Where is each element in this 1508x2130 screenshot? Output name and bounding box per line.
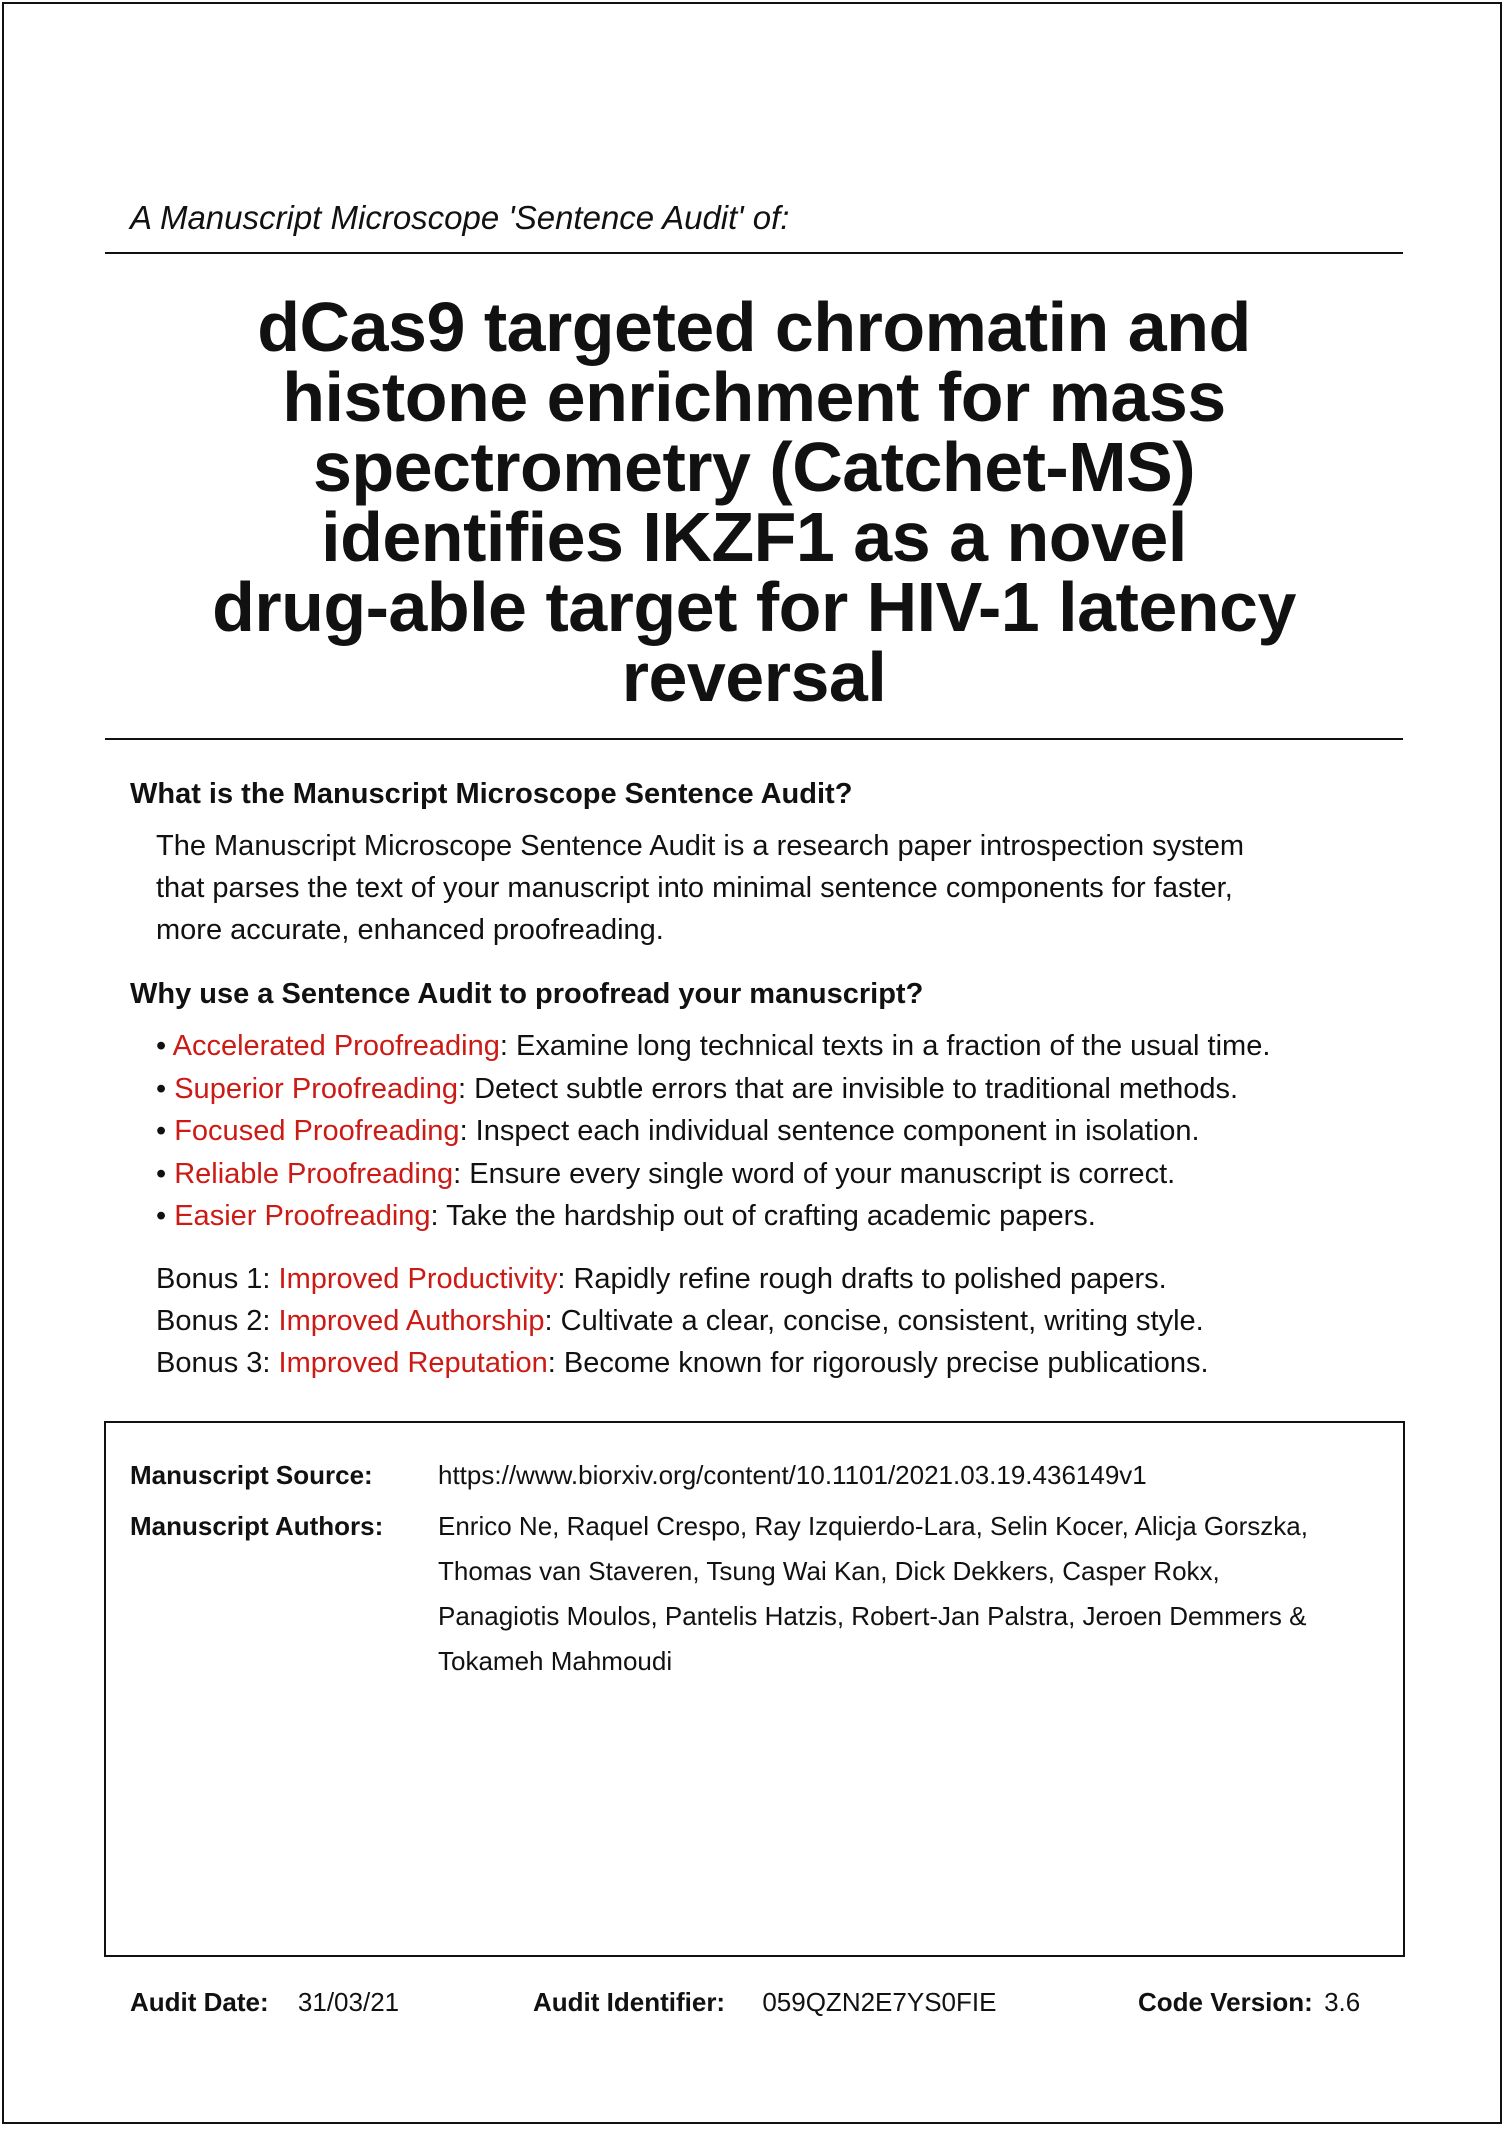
benefit-desc: : Examine long technical texts in a frac… — [499, 1030, 1271, 1062]
bonus-item: Bonus 2: Improved Authorship: Cultivate … — [156, 1300, 1386, 1342]
benefit-item: • Reliable Proofreading: Ensure every si… — [156, 1153, 1386, 1196]
source-url[interactable]: https://www.biorxiv.org/content/10.1101/… — [438, 1453, 1398, 1498]
why-heading: Why use a Sentence Audit to proofread yo… — [130, 978, 924, 1010]
audit-identifier: Audit Identifier: 059QZN2E7YS0FIE — [533, 1982, 996, 2022]
benefit-term: Focused Proofreading — [174, 1115, 460, 1147]
bonus-term: Improved Productivity — [278, 1263, 558, 1295]
benefit-desc: : Ensure every single word of your manus… — [453, 1157, 1176, 1190]
bonus-list: Bonus 1: Improved Productivity: Rapidly … — [156, 1258, 1386, 1384]
code-version-value: 3.6 — [1324, 1987, 1361, 2017]
audit-date-label: Audit Date: — [130, 1987, 269, 2017]
audit-date: Audit Date: 31/03/21 — [130, 1982, 399, 2022]
bullet-char: • — [156, 1115, 167, 1147]
top-divider — [105, 252, 1403, 254]
bonus-item: Bonus 3: Improved Reputation: Become kno… — [156, 1342, 1386, 1384]
what-paragraph: The Manuscript Microscope Sentence Audit… — [156, 825, 1386, 951]
benefit-desc: : Detect subtle errors that are invisibl… — [457, 1072, 1239, 1105]
benefit-item: • Accelerated Proofreading: Examine long… — [156, 1025, 1386, 1068]
intro-line: A Manuscript Microscope 'Sentence Audit'… — [130, 199, 790, 236]
bonus-item: Bonus 1: Improved Productivity: Rapidly … — [156, 1258, 1386, 1300]
authors-list: Enrico Ne, Raquel Crespo, Ray Izquierdo-… — [438, 1504, 1398, 1684]
authors-line: Tokameh Mahmoudi — [438, 1646, 673, 1676]
code-version-label: Code Version: — [1138, 1987, 1313, 2017]
bonus-desc: : Rapidly refine rough drafts to polishe… — [557, 1263, 1167, 1295]
audit-date-value: 31/03/21 — [297, 1987, 400, 2017]
manuscript-info-box: Manuscript Source: https://www.biorxiv.o… — [104, 1421, 1405, 1957]
benefit-item: • Easier Proofreading: Take the hardship… — [156, 1195, 1386, 1238]
bonus-term: Improved Authorship — [278, 1305, 545, 1337]
bonus-desc: : Become known for rigorously precise pu… — [547, 1347, 1209, 1379]
paragraph-line: The Manuscript Microscope Sentence Audit… — [156, 830, 1245, 862]
benefit-term: Easier Proofreading — [174, 1200, 431, 1232]
title-line: reversal — [621, 638, 887, 716]
paragraph-line: that parses the text of your manuscript … — [156, 872, 1233, 904]
what-heading: What is the Manuscript Microscope Senten… — [130, 778, 853, 810]
audit-id-value: 059QZN2E7YS0FIE — [762, 1987, 997, 2017]
benefit-term: Superior Proofreading — [174, 1072, 458, 1105]
audit-id-label: Audit Identifier: — [533, 1987, 726, 2017]
title-line: dCas9 targeted chromatin and — [257, 288, 1251, 366]
benefit-term: Reliable Proofreading — [174, 1157, 454, 1190]
benefit-term: Accelerated Proofreading — [172, 1030, 500, 1062]
benefit-item: • Focused Proofreading: Inspect each ind… — [156, 1110, 1386, 1153]
title-line: spectrometry (Catchet-MS) — [312, 428, 1196, 506]
benefit-desc: : Inspect each individual sentence compo… — [459, 1115, 1200, 1147]
benefit-list: • Accelerated Proofreading: Examine long… — [156, 1025, 1386, 1238]
title-line: identifies IKZF1 as a novel — [321, 498, 1187, 576]
code-version: Code Version: 3.6 — [1138, 1982, 1360, 2022]
title-line: histone enrichment for mass — [282, 358, 1226, 436]
bonus-desc: : Cultivate a clear, concise, consistent… — [544, 1305, 1204, 1337]
benefit-item: • Superior Proofreading: Detect subtle e… — [156, 1068, 1386, 1111]
document-title: dCas9 targeted chromatin and histone enr… — [110, 292, 1398, 712]
benefit-desc: : Take the hardship out of crafting acad… — [430, 1200, 1096, 1232]
title-divider — [105, 738, 1403, 740]
source-url-text[interactable]: https://www.biorxiv.org/content/10.1101/… — [438, 1453, 1398, 1498]
authors-line: Panagiotis Moulos, Pantelis Hatzis, Robe… — [438, 1601, 1307, 1631]
bonus-prefix: Bonus 2: — [156, 1305, 279, 1337]
bullet-char: • — [156, 1157, 167, 1190]
authors-line: Thomas van Staveren, Tsung Wai Kan, Dick… — [438, 1556, 1220, 1586]
source-label: Manuscript Source: — [130, 1460, 373, 1490]
bonus-term: Improved Reputation — [278, 1347, 548, 1379]
bonus-prefix: Bonus 1: — [156, 1263, 279, 1295]
bonus-prefix: Bonus 3: — [156, 1347, 279, 1379]
bullet-char: • — [156, 1200, 167, 1232]
title-line: drug-able target for HIV-1 latency — [212, 568, 1296, 646]
authors-label: Manuscript Authors: — [130, 1511, 384, 1541]
paragraph-line: more accurate, enhanced proofreading. — [156, 914, 664, 946]
bullet-char: • — [156, 1072, 167, 1105]
bullet-char: • — [156, 1030, 167, 1062]
authors-line: Enrico Ne, Raquel Crespo, Ray Izquierdo-… — [438, 1511, 1308, 1541]
